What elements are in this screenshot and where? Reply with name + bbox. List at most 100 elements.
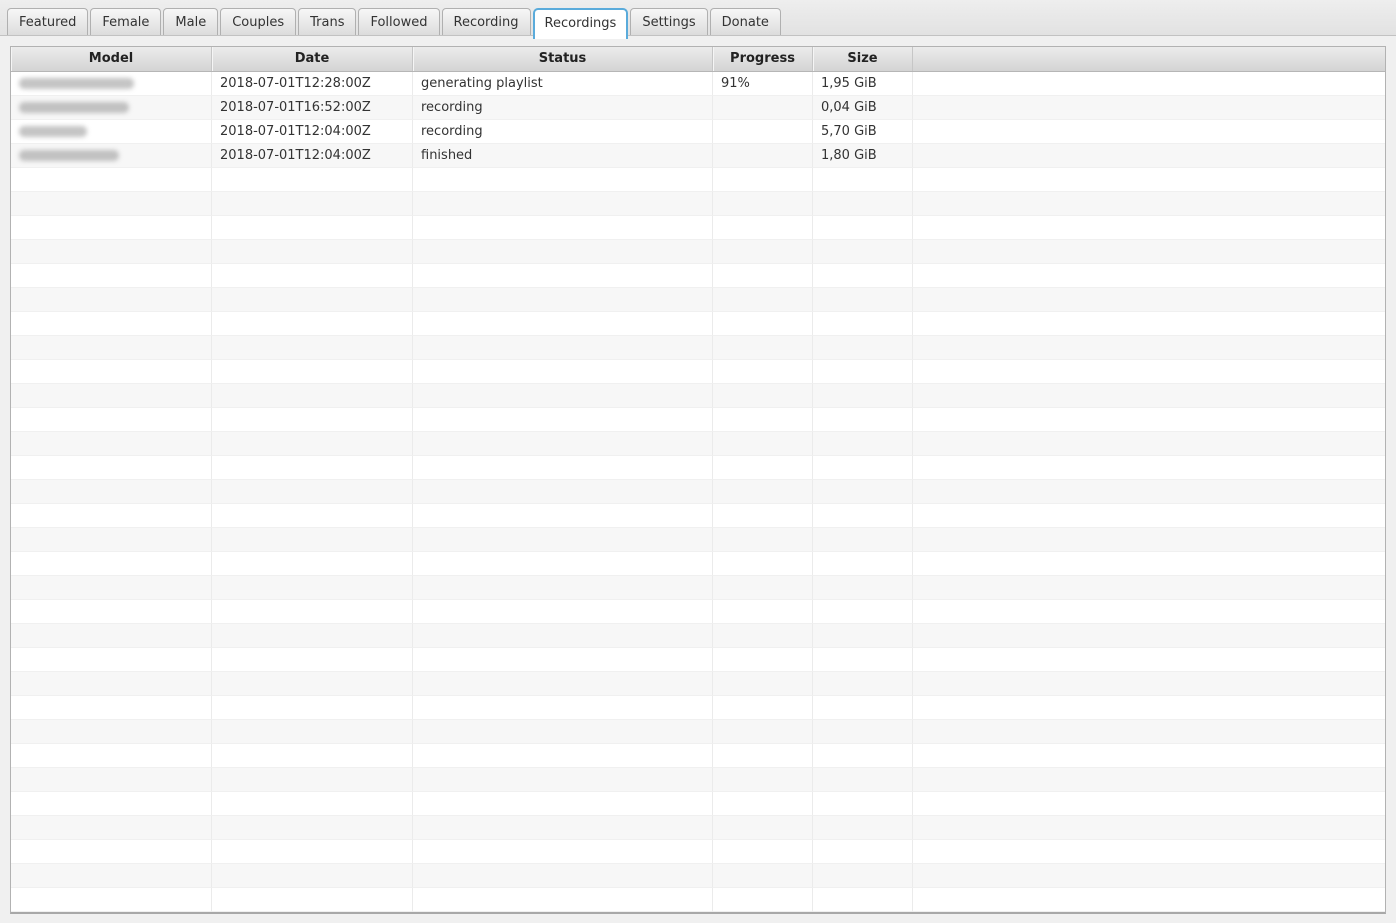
- cell-size: 1,80 GiB: [813, 144, 913, 168]
- cell-date: [212, 816, 413, 840]
- cell-model: [11, 216, 212, 240]
- table-body: 2018-07-01T12:28:00Z generating playlist 9…: [11, 72, 1385, 912]
- cell-size: [813, 552, 913, 576]
- cell-date: [212, 264, 413, 288]
- cell-progress: [713, 552, 813, 576]
- cell-filler: [913, 96, 1385, 120]
- cell-date: [212, 288, 413, 312]
- table-row-empty: [11, 264, 1385, 288]
- cell-status: [413, 552, 713, 576]
- cell-model: [11, 120, 212, 144]
- tab-recordings[interactable]: Recordings: [532, 8, 629, 39]
- table-row[interactable]: 2018-07-01T12:04:00Z recording 5,70 GiB: [11, 120, 1385, 144]
- cell-date: 2018-07-01T12:28:00Z: [212, 72, 413, 96]
- tab-female[interactable]: Female: [90, 8, 162, 35]
- column-header-size[interactable]: Size: [813, 47, 913, 71]
- cell-model: [11, 408, 212, 432]
- cell-progress: [713, 456, 813, 480]
- cell-filler: [913, 360, 1385, 384]
- column-header-model[interactable]: Model: [11, 47, 212, 71]
- cell-size: [813, 696, 913, 720]
- cell-filler: [913, 624, 1385, 648]
- cell-progress: [713, 432, 813, 456]
- cell-filler: [913, 552, 1385, 576]
- cell-filler: [913, 168, 1385, 192]
- cell-progress: [713, 696, 813, 720]
- blurred-model-name: [19, 78, 134, 89]
- cell-status: [413, 528, 713, 552]
- cell-date: [212, 744, 413, 768]
- table-header-row: Model Date Status Progress Size: [11, 47, 1385, 72]
- tab-couples[interactable]: Couples: [220, 8, 297, 35]
- cell-date: [212, 480, 413, 504]
- cell-size: [813, 456, 913, 480]
- cell-progress: [713, 504, 813, 528]
- cell-status: [413, 600, 713, 624]
- cell-progress: [713, 744, 813, 768]
- cell-model: [11, 456, 212, 480]
- tab-recording[interactable]: Recording: [441, 8, 531, 35]
- cell-model: [11, 696, 212, 720]
- cell-status: recording: [413, 120, 713, 144]
- cell-status: [413, 480, 713, 504]
- cell-size: [813, 744, 913, 768]
- cell-model: [11, 768, 212, 792]
- cell-model: [11, 864, 212, 888]
- table-row-empty: [11, 216, 1385, 240]
- cell-date: 2018-07-01T12:04:00Z: [212, 144, 413, 168]
- tab-featured[interactable]: Featured: [7, 8, 89, 35]
- cell-status: [413, 648, 713, 672]
- cell-filler: [913, 456, 1385, 480]
- table-row[interactable]: 2018-07-01T16:52:00Z recording 0,04 GiB: [11, 96, 1385, 120]
- cell-progress: [713, 144, 813, 168]
- cell-model: [11, 312, 212, 336]
- cell-status: [413, 216, 713, 240]
- cell-filler: [913, 240, 1385, 264]
- cell-progress: [713, 576, 813, 600]
- tab-trans[interactable]: Trans: [298, 8, 357, 35]
- table-row-empty: [11, 648, 1385, 672]
- tab-settings[interactable]: Settings: [630, 8, 708, 35]
- cell-status: [413, 672, 713, 696]
- cell-filler: [913, 744, 1385, 768]
- cell-progress: [713, 336, 813, 360]
- cell-filler: [913, 432, 1385, 456]
- column-header-status[interactable]: Status: [413, 47, 713, 71]
- cell-status: [413, 624, 713, 648]
- cell-progress: 91%: [713, 72, 813, 96]
- cell-progress: [713, 120, 813, 144]
- cell-size: [813, 600, 913, 624]
- cell-date: [212, 864, 413, 888]
- cell-date: [212, 888, 413, 912]
- cell-date: [212, 600, 413, 624]
- cell-date: [212, 216, 413, 240]
- cell-model: [11, 576, 212, 600]
- cell-date: 2018-07-01T16:52:00Z: [212, 96, 413, 120]
- tab-male[interactable]: Male: [163, 8, 219, 35]
- cell-status: [413, 816, 713, 840]
- tab-donate[interactable]: Donate: [709, 8, 781, 35]
- table-row-empty: [11, 168, 1385, 192]
- cell-date: [212, 648, 413, 672]
- table-row-empty: [11, 864, 1385, 888]
- table-row[interactable]: 2018-07-01T12:28:00Z generating playlist 9…: [11, 72, 1385, 96]
- column-header-progress[interactable]: Progress: [713, 47, 813, 71]
- cell-size: [813, 888, 913, 912]
- table-row[interactable]: 2018-07-01T12:04:00Z finished 1,80 GiB: [11, 144, 1385, 168]
- cell-size: [813, 864, 913, 888]
- cell-date: [212, 552, 413, 576]
- cell-size: [813, 216, 913, 240]
- cell-progress: [713, 264, 813, 288]
- cell-model: [11, 648, 212, 672]
- cell-date: [212, 528, 413, 552]
- tab-followed[interactable]: Followed: [358, 8, 440, 35]
- cell-progress: [713, 888, 813, 912]
- table-row-empty: [11, 552, 1385, 576]
- cell-size: [813, 792, 913, 816]
- cell-status: [413, 384, 713, 408]
- app-window: Featured Female Male Couples Trans Followed Re…: [0, 0, 1396, 923]
- cell-filler: [913, 528, 1385, 552]
- cell-model: [11, 288, 212, 312]
- column-header-date[interactable]: Date: [212, 47, 413, 71]
- table-row-empty: [11, 336, 1385, 360]
